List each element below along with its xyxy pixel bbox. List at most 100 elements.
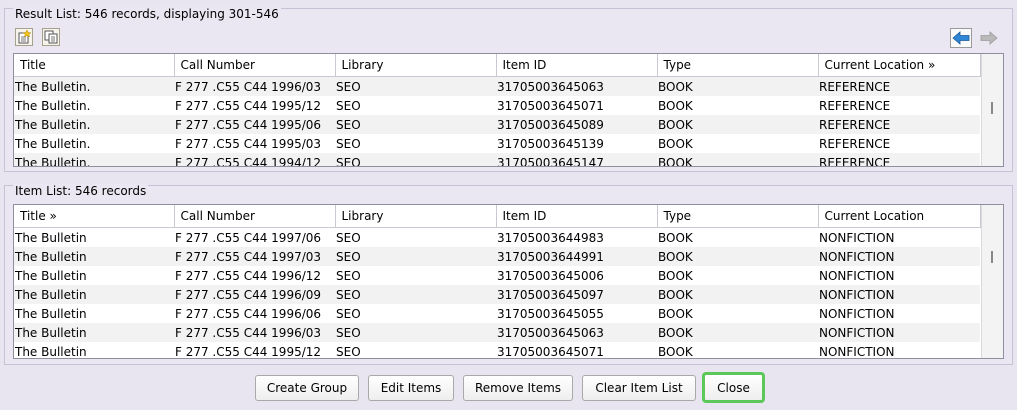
cell-call-number: F 277 .C55 C44 1997/06 <box>174 227 335 247</box>
cell-call-number: F 277 .C55 C44 1996/03 <box>174 323 335 342</box>
cell-current-location: REFERENCE <box>818 76 980 96</box>
cell-call-number: F 277 .C55 C44 1995/12 <box>174 96 335 115</box>
cell-title: The Bulletin <box>14 323 174 342</box>
cell-current-location: NONFICTION <box>818 247 980 266</box>
cell-item-id: 31705003645006 <box>496 266 657 285</box>
cell-type: BOOK <box>657 247 818 266</box>
cell-title: The Bulletin. <box>14 96 174 115</box>
table-row[interactable]: The Bulletin. F 277 .C55 C44 1995/06 SEO… <box>14 115 980 134</box>
cell-type: BOOK <box>657 76 818 96</box>
table-row[interactable]: The Bulletin F 277 .C55 C44 1997/06 SEO … <box>14 227 980 247</box>
cell-type: BOOK <box>657 134 818 153</box>
cell-title: The Bulletin. <box>14 153 174 166</box>
table-row[interactable]: The Bulletin. F 277 .C55 C44 1996/03 SEO… <box>14 76 980 96</box>
column-header-call-number[interactable]: Call Number <box>174 54 336 77</box>
cell-current-location: NONFICTION <box>818 285 980 304</box>
column-header-type[interactable]: Type <box>657 54 819 77</box>
table-row[interactable]: The Bulletin. F 277 .C55 C44 1994/12 SEO… <box>14 153 980 166</box>
result-list-table: Title Call Number Library Item ID Type C… <box>14 54 981 166</box>
scrollbar-thumb[interactable] <box>991 251 993 263</box>
table-row[interactable]: The Bulletin. F 277 .C55 C44 1995/03 SEO… <box>14 134 980 153</box>
cell-current-location: REFERENCE <box>818 153 980 166</box>
clear-item-list-button[interactable]: Clear Item List <box>582 375 696 401</box>
cell-current-location: NONFICTION <box>818 266 980 285</box>
edit-items-button[interactable]: Edit Items <box>368 375 454 401</box>
cell-library: SEO <box>335 247 496 266</box>
cell-call-number: F 277 .C55 C44 1996/06 <box>174 304 335 323</box>
cell-type: BOOK <box>657 96 818 115</box>
table-row[interactable]: The Bulletin F 277 .C55 C44 1996/06 SEO … <box>14 304 980 323</box>
cell-item-id: 31705003645055 <box>496 304 657 323</box>
copy-list-icon[interactable] <box>42 28 60 46</box>
item-header-row: Title » Call Number Library Item ID Type… <box>14 205 981 228</box>
cell-library: SEO <box>335 153 496 166</box>
table-row[interactable]: The Bulletin F 277 .C55 C44 1996/12 SEO … <box>14 266 980 285</box>
column-header-library[interactable]: Library <box>335 205 497 228</box>
table-row[interactable]: The Bulletin F 277 .C55 C44 1996/03 SEO … <box>14 323 980 342</box>
add-item-icon[interactable] <box>15 28 33 46</box>
cell-library: SEO <box>335 323 496 342</box>
cell-library: SEO <box>335 96 496 115</box>
cell-title: The Bulletin <box>14 247 174 266</box>
result-list-grid: Title Call Number Library Item ID Type C… <box>13 53 1004 167</box>
table-row[interactable]: The Bulletin. F 277 .C55 C44 1995/12 SEO… <box>14 96 980 115</box>
arrow-left-icon[interactable] <box>950 28 972 48</box>
cell-title: The Bulletin <box>14 227 174 247</box>
cell-library: SEO <box>335 227 496 247</box>
arrow-right-icon[interactable] <box>978 28 1000 48</box>
cell-type: BOOK <box>657 115 818 134</box>
cell-library: SEO <box>335 342 496 358</box>
cell-item-id: 31705003645071 <box>496 96 657 115</box>
cell-call-number: F 277 .C55 C44 1995/03 <box>174 134 335 153</box>
cell-item-id: 31705003645147 <box>496 153 657 166</box>
close-button[interactable]: Close <box>702 372 765 403</box>
cell-current-location: NONFICTION <box>818 323 980 342</box>
cell-call-number: F 277 .C55 C44 1994/12 <box>174 153 335 166</box>
cell-current-location: REFERENCE <box>818 115 980 134</box>
table-row[interactable]: The Bulletin F 277 .C55 C44 1995/12 SEO … <box>14 342 980 358</box>
cell-current-location: NONFICTION <box>818 304 980 323</box>
cell-item-id: 31705003645097 <box>496 285 657 304</box>
item-list-grid: Title » Call Number Library Item ID Type… <box>13 204 1004 359</box>
cell-item-id: 31705003645063 <box>496 323 657 342</box>
cell-type: BOOK <box>657 153 818 166</box>
cell-item-id: 31705003645071 <box>496 342 657 358</box>
column-header-item-id[interactable]: Item ID <box>496 205 658 228</box>
cell-item-id: 31705003645063 <box>496 76 657 96</box>
result-header-row: Title Call Number Library Item ID Type C… <box>14 54 981 77</box>
column-header-current-location[interactable]: Current Location » <box>818 54 981 77</box>
column-header-item-id[interactable]: Item ID <box>496 54 658 77</box>
cell-type: BOOK <box>657 342 818 358</box>
cell-current-location: NONFICTION <box>818 227 980 247</box>
create-group-button[interactable]: Create Group <box>255 375 359 401</box>
column-header-title[interactable]: Title » <box>14 205 175 228</box>
item-list-panel: Item List: 546 records Title » Call Numb… <box>4 184 1013 365</box>
cell-call-number: F 277 .C55 C44 1996/03 <box>174 76 335 96</box>
cell-item-id: 31705003644983 <box>496 227 657 247</box>
remove-items-button[interactable]: Remove Items <box>463 375 573 401</box>
column-header-title[interactable]: Title <box>14 54 175 77</box>
result-list-scrollbar[interactable] <box>981 54 1003 166</box>
cell-call-number: F 277 .C55 C44 1995/12 <box>174 342 335 358</box>
scrollbar-thumb[interactable] <box>991 102 993 114</box>
cell-title: The Bulletin. <box>14 115 174 134</box>
cell-library: SEO <box>335 115 496 134</box>
cell-title: The Bulletin. <box>14 76 174 96</box>
table-row[interactable]: The Bulletin F 277 .C55 C44 1997/03 SEO … <box>14 247 980 266</box>
cell-type: BOOK <box>657 304 818 323</box>
cell-call-number: F 277 .C55 C44 1997/03 <box>174 247 335 266</box>
table-row[interactable]: The Bulletin F 277 .C55 C44 1996/09 SEO … <box>14 285 980 304</box>
cell-item-id: 31705003645139 <box>496 134 657 153</box>
cell-library: SEO <box>335 134 496 153</box>
column-header-call-number[interactable]: Call Number <box>174 205 336 228</box>
column-header-type[interactable]: Type <box>657 205 819 228</box>
cell-title: The Bulletin <box>14 266 174 285</box>
column-header-current-location[interactable]: Current Location <box>818 205 981 228</box>
cell-type: BOOK <box>657 323 818 342</box>
cell-type: BOOK <box>657 227 818 247</box>
cell-title: The Bulletin <box>14 342 174 358</box>
cell-call-number: F 277 .C55 C44 1996/12 <box>174 266 335 285</box>
column-header-library[interactable]: Library <box>335 54 497 77</box>
cell-library: SEO <box>335 304 496 323</box>
item-list-scrollbar[interactable] <box>981 205 1003 358</box>
